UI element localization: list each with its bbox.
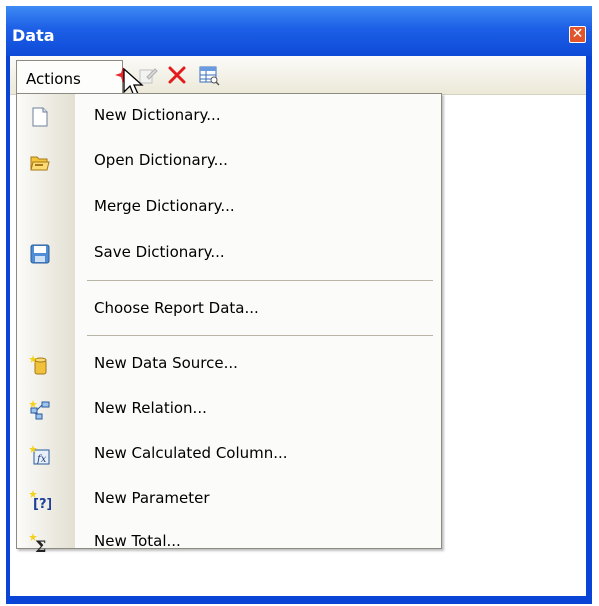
- window-title: Data: [12, 26, 55, 45]
- parameter-icon: [?]: [29, 490, 51, 511]
- title-bar[interactable]: Data ✕: [6, 6, 592, 56]
- table-view-icon[interactable]: [198, 64, 220, 86]
- menu-separator: [87, 335, 433, 336]
- menu-item-label: Open Dictionary...: [94, 151, 228, 169]
- menu-item-label: Save Dictionary...: [94, 243, 225, 261]
- menu-item-new-calculated-column[interactable]: fx New Calculated Column...: [17, 436, 441, 472]
- data-window: Data ✕ Actions New Dictionary... Open Di…: [6, 6, 592, 604]
- save-disk-icon: [30, 244, 50, 264]
- calculated-column-icon: fx: [29, 445, 50, 465]
- svg-text:Σ: Σ: [35, 537, 46, 554]
- menu-item-new-relation[interactable]: New Relation...: [17, 391, 441, 427]
- menu-item-save-dictionary[interactable]: Save Dictionary...: [17, 235, 441, 271]
- total-sum-icon: Σ: [29, 533, 46, 554]
- close-icon: ✕: [571, 26, 584, 42]
- close-button[interactable]: ✕: [569, 26, 586, 43]
- toolbar: Actions: [10, 56, 586, 97]
- actions-label: Actions: [26, 70, 81, 88]
- menu-item-label: New Calculated Column...: [94, 444, 288, 462]
- actions-dropdown-menu: New Dictionary... Open Dictionary... Mer…: [16, 93, 442, 554]
- menu-item-choose-report-data[interactable]: Choose Report Data...: [17, 291, 441, 327]
- menu-item-label: New Relation...: [94, 399, 207, 417]
- menu-item-new-data-source[interactable]: New Data Source...: [17, 346, 441, 382]
- new-document-icon: [32, 107, 48, 127]
- window-client-area: Actions New Dictionary... Open Dictionar…: [10, 56, 586, 596]
- menu-item-new-dictionary[interactable]: New Dictionary...: [17, 98, 441, 134]
- menu-item-label: New Data Source...: [94, 354, 238, 372]
- svg-text:fx: fx: [36, 454, 47, 465]
- menu-item-open-dictionary[interactable]: Open Dictionary...: [17, 143, 441, 179]
- menu-item-new-parameter[interactable]: [?] New Parameter: [17, 481, 441, 517]
- open-folder-icon: [30, 156, 50, 171]
- menu-item-label: Merge Dictionary...: [94, 197, 235, 215]
- relation-icon: [29, 400, 50, 420]
- svg-text:[?]: [?]: [33, 497, 51, 511]
- menu-item-label: New Dictionary...: [94, 106, 221, 124]
- menu-separator: [87, 280, 433, 281]
- menu-item-label: New Total...: [94, 532, 181, 550]
- menu-item-merge-dictionary[interactable]: Merge Dictionary...: [17, 189, 441, 225]
- data-source-icon: [29, 355, 47, 375]
- menu-item-label: Choose Report Data...: [94, 299, 259, 317]
- delete-icon[interactable]: [166, 64, 188, 86]
- actions-menu-button[interactable]: Actions: [16, 60, 123, 93]
- menu-item-label: New Parameter: [94, 489, 210, 507]
- menu-item-new-total[interactable]: Σ New Total...: [17, 524, 441, 560]
